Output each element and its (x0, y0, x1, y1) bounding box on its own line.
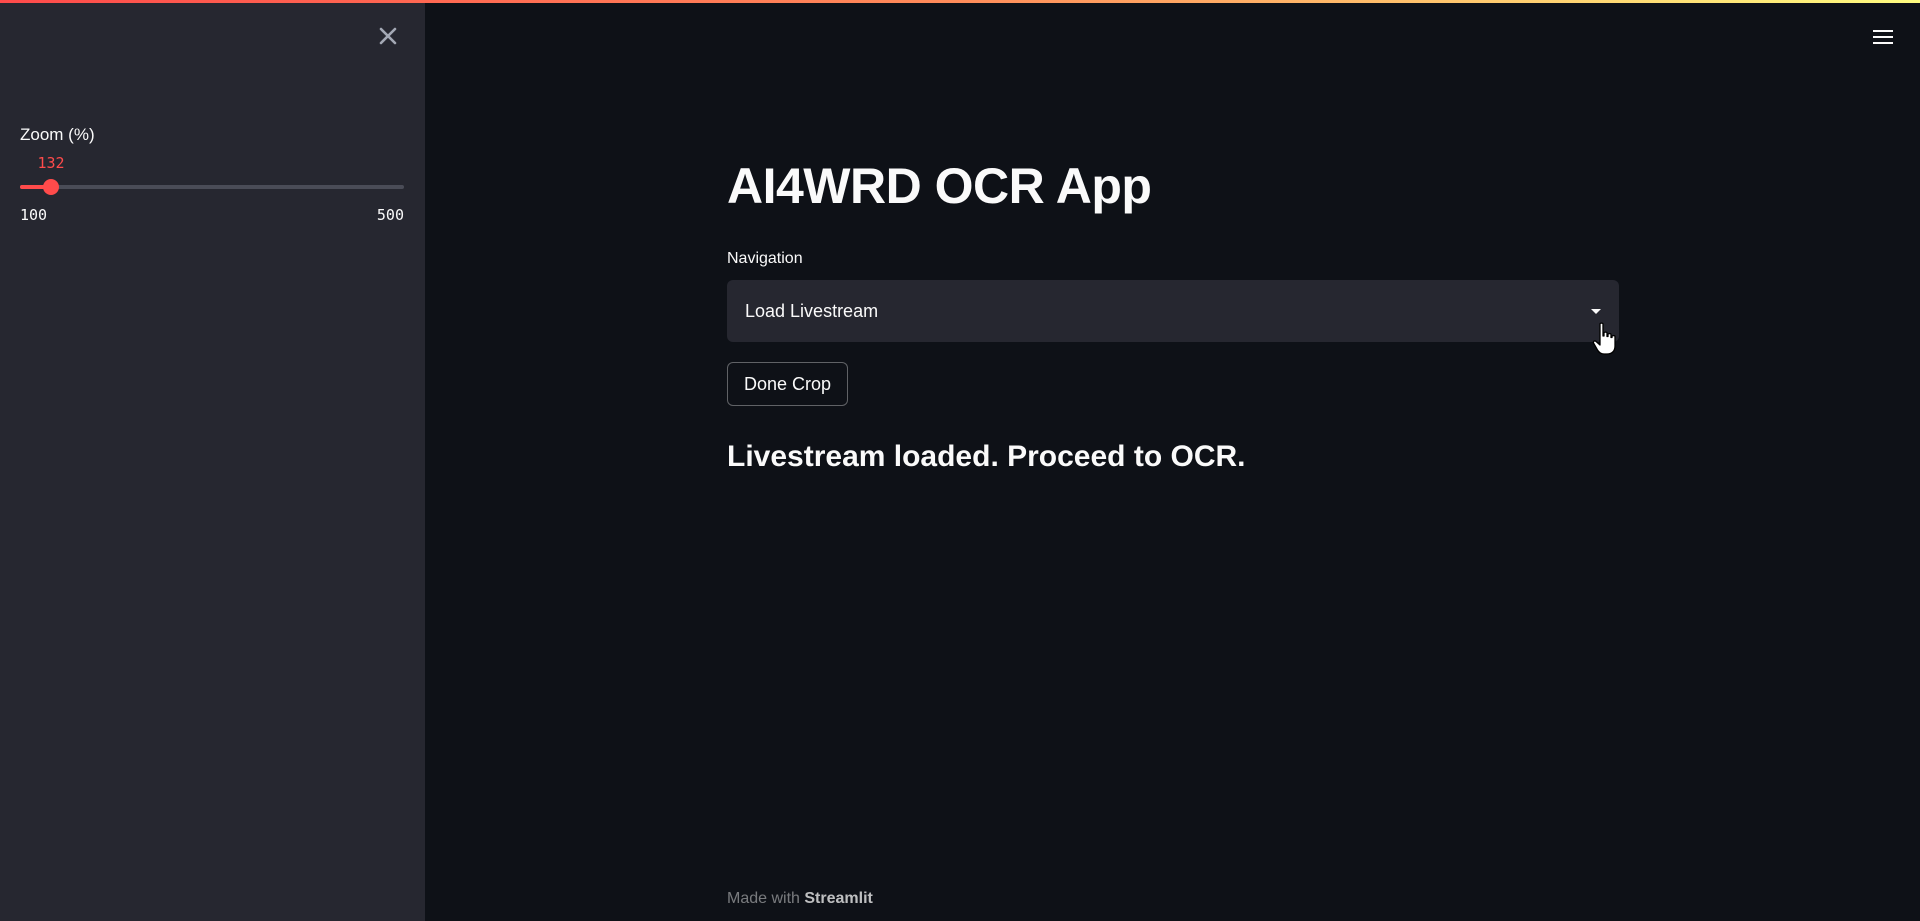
navigation-label: Navigation (727, 250, 803, 267)
footer: Made with Streamlit (727, 890, 873, 908)
main-menu-button[interactable] (1868, 22, 1898, 52)
done-crop-button[interactable]: Done Crop (727, 362, 849, 406)
hamburger-menu-icon (1873, 30, 1893, 44)
main-area: AI4WRD OCR App Navigation Load Livestrea… (425, 0, 1920, 921)
chevron-down-icon (1591, 308, 1601, 314)
zoom-slider-max: 500 (376, 206, 404, 224)
top-decoration-stripe (0, 0, 1920, 3)
page-title: AI4WRD OCR App (727, 158, 1152, 214)
main-content: AI4WRD OCR App Navigation Load Livestrea… (727, 150, 1619, 474)
sidebar-close-button[interactable] (372, 20, 404, 52)
sidebar: Zoom (%) 132 100 500 (0, 0, 425, 921)
zoom-slider-label: Zoom (%) (20, 125, 95, 144)
zoom-slider-value: 132 (37, 154, 65, 172)
navigation-select[interactable]: Load Livestream (727, 280, 1619, 342)
footer-made-with: Made with (727, 890, 800, 907)
footer-streamlit-link[interactable]: Streamlit (804, 890, 872, 907)
close-icon (379, 27, 397, 45)
status-message: Livestream loaded. Proceed to OCR. (727, 440, 1246, 473)
navigation-select-value: Load Livestream (745, 300, 879, 321)
zoom-slider-thumb[interactable] (43, 179, 59, 195)
zoom-slider-min: 100 (20, 206, 48, 224)
zoom-slider-track[interactable] (20, 179, 404, 195)
